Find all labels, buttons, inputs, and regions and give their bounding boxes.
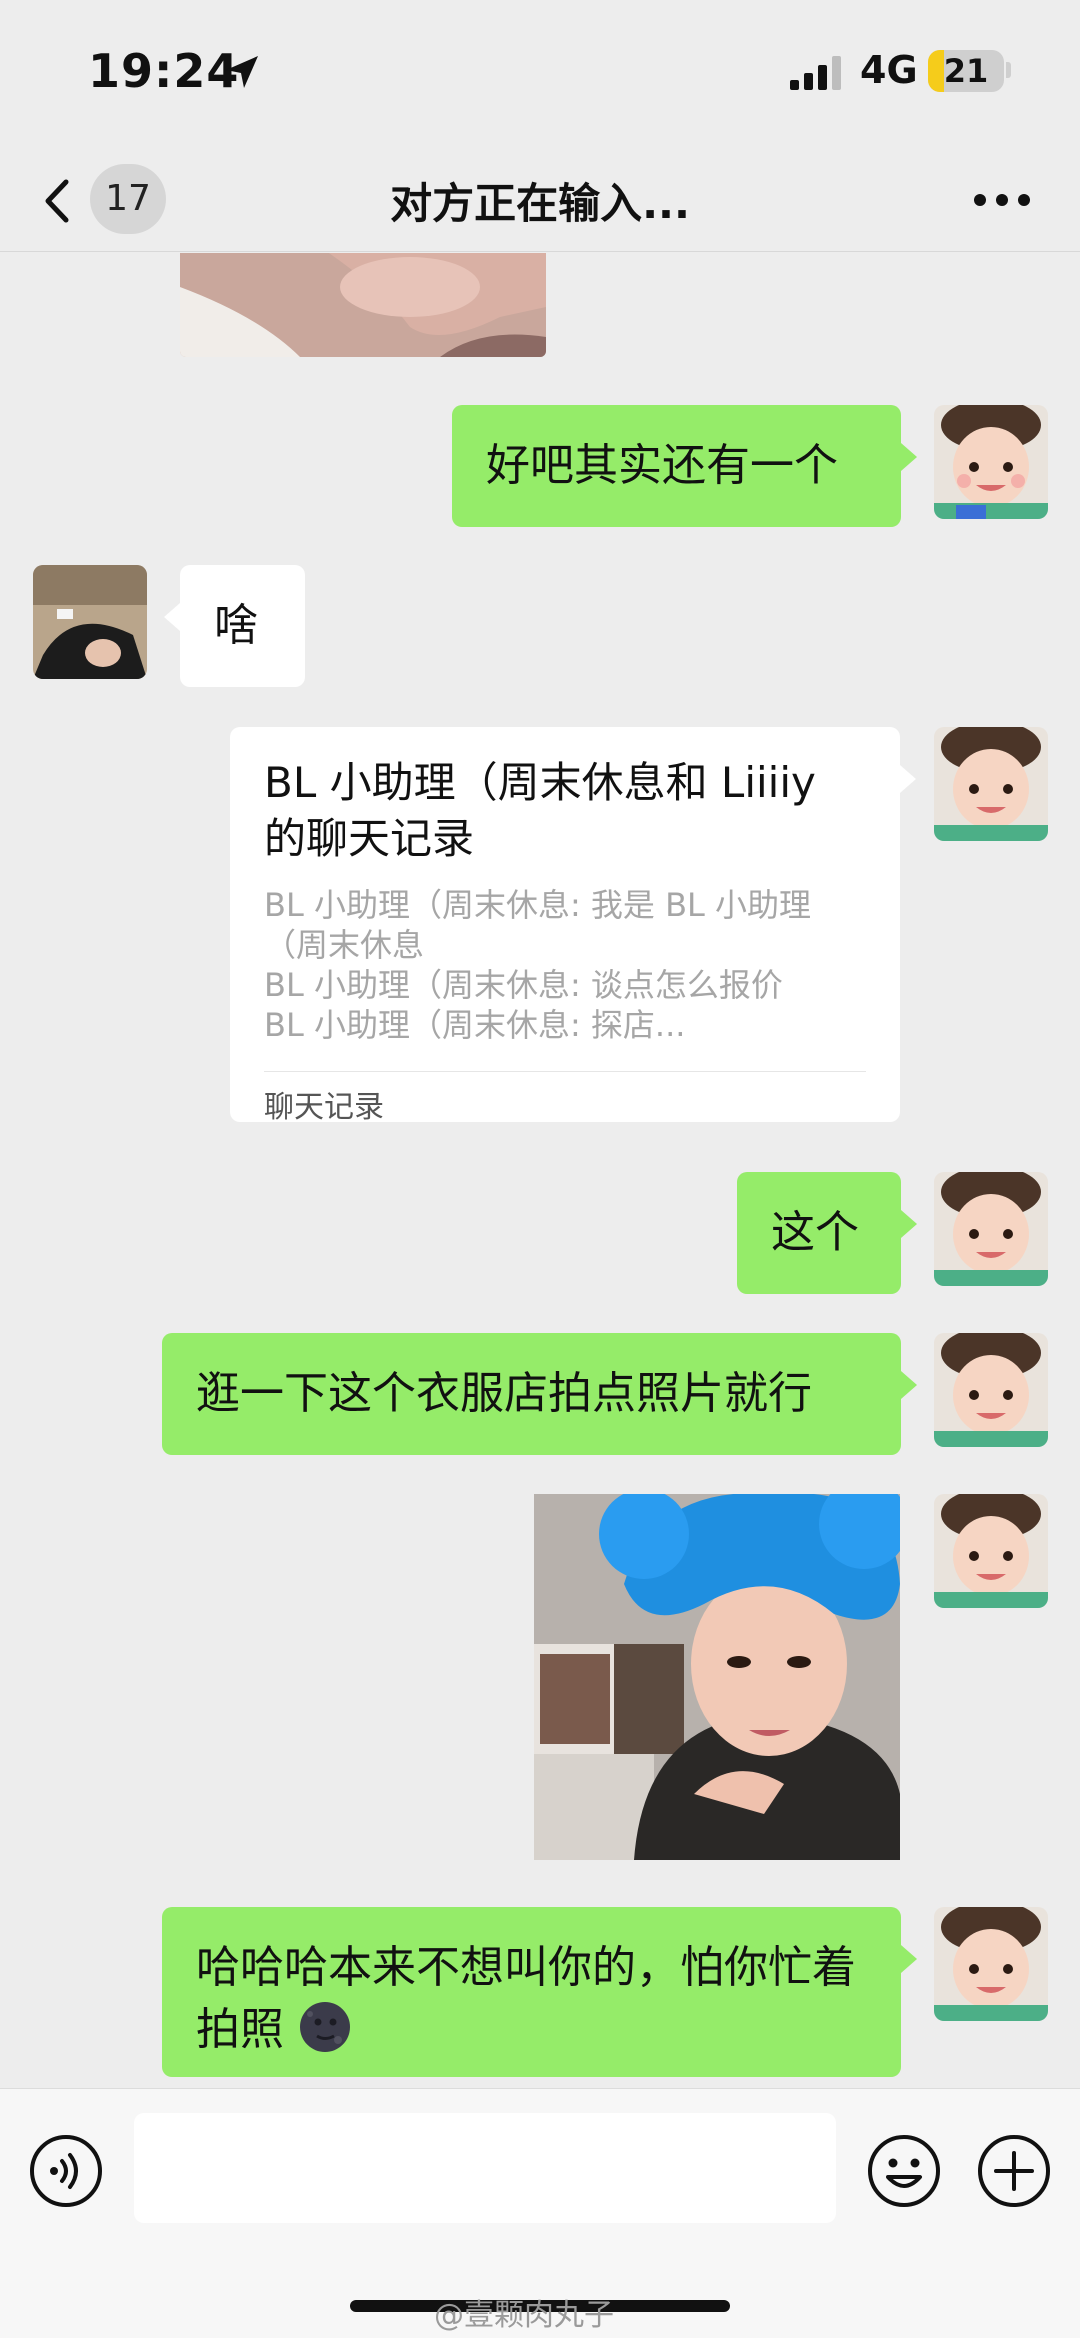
battery-level: 21: [943, 52, 989, 90]
plus-icon[interactable]: [976, 2133, 1052, 2209]
location-arrow-icon: [226, 56, 258, 88]
message-text: 啥: [214, 600, 258, 651]
my-message-bubble[interactable]: 逛一下这个衣服店拍点照片就行: [162, 1333, 917, 1455]
chat-header: 17 对方正在输入...: [0, 150, 1080, 252]
my-avatar[interactable]: [934, 1333, 1048, 1447]
new-moon-face-icon: [300, 2002, 350, 2052]
watermark: @壹颗肉丸子: [434, 2298, 614, 2333]
message-list[interactable]: 好吧其实还有一个 啥 BL 小助理（周末休息和 Liiiiy 的聊天记录 BL …: [0, 253, 1080, 2088]
avatar-image: [934, 1172, 1048, 1286]
avatar-image: [934, 1333, 1048, 1447]
avatar-image: [934, 405, 1048, 519]
message-text: 这个: [771, 1207, 859, 1258]
battery-icon: 21: [928, 50, 1004, 92]
image-message[interactable]: [534, 1494, 900, 1860]
photo-thumbnail: [534, 1494, 900, 1860]
image-message-partial[interactable]: [180, 253, 546, 357]
unread-count-badge: 17: [90, 164, 166, 234]
signal-icon: [790, 56, 841, 90]
photo-thumbnail: [180, 253, 546, 357]
back-chevron-icon: [45, 179, 69, 223]
my-message-bubble[interactable]: 好吧其实还有一个: [452, 405, 917, 527]
back-button[interactable]: 17: [40, 164, 170, 236]
avatar-image: [934, 727, 1048, 841]
network-type: 4G: [860, 48, 918, 92]
avatar-image: [33, 565, 147, 679]
chat-record-line: BL 小助理（周末休息: 谈点怎么报价: [264, 966, 783, 1004]
voice-icon[interactable]: [28, 2133, 104, 2209]
chat-record-line: BL 小助理（周末休息: 探店...: [264, 1006, 686, 1044]
contact-avatar[interactable]: [33, 565, 147, 679]
contact-message-bubble[interactable]: 啥: [164, 565, 305, 687]
more-dots-icon[interactable]: [970, 170, 1034, 230]
avatar-image: [934, 1907, 1048, 2021]
chat-record-footer: 聊天记录: [264, 1071, 866, 1125]
message-input[interactable]: [134, 2113, 836, 2223]
my-message-bubble[interactable]: 这个: [737, 1172, 917, 1294]
chat-title: 对方正在输入...: [390, 179, 690, 228]
avatar-image: [934, 1494, 1048, 1608]
my-avatar[interactable]: [934, 1494, 1048, 1608]
status-time: 19:24: [88, 44, 240, 98]
my-avatar[interactable]: [934, 1907, 1048, 2021]
chat-record-preview: BL 小助理（周末休息: 我是 BL 小助理（周末休息 BL 小助理（周末休息:…: [264, 885, 866, 1045]
message-text: 逛一下这个衣服店拍点照片就行: [196, 1368, 812, 1419]
chat-record-card[interactable]: BL 小助理（周末休息和 Liiiiy 的聊天记录 BL 小助理（周末休息: 我…: [230, 727, 916, 1125]
message-text: 好吧其实还有一个: [486, 440, 838, 491]
my-avatar[interactable]: [934, 1172, 1048, 1286]
chat-record-title: BL 小助理（周末休息和 Liiiiy 的聊天记录: [264, 758, 816, 863]
battery-tip: [1006, 62, 1011, 78]
my-avatar[interactable]: [934, 405, 1048, 519]
my-message-bubble[interactable]: 哈哈哈本来不想叫你的，怕你忙着拍照: [162, 1907, 917, 2077]
chat-record-line: BL 小助理（周末休息: 我是 BL 小助理（周末休息: [264, 886, 812, 964]
my-avatar[interactable]: [934, 727, 1048, 841]
message-text: 哈哈哈本来不想叫你的，怕你忙着拍照: [196, 1942, 856, 2055]
status-bar: 19:24 4G 21: [0, 0, 1080, 150]
emoji-icon[interactable]: [866, 2133, 942, 2209]
